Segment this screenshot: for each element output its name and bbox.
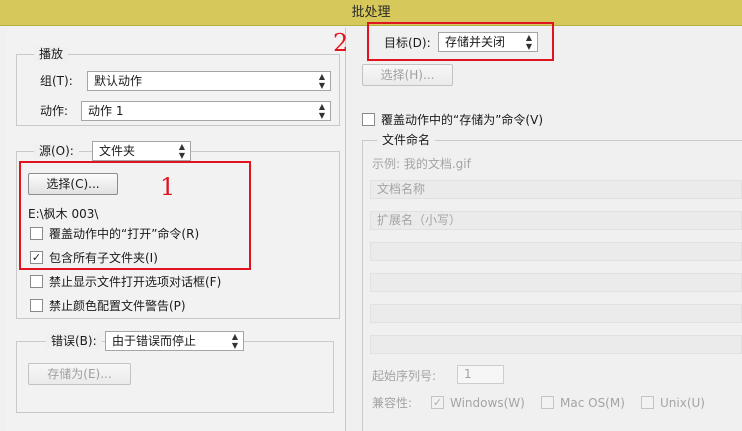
errors-save-as-button[interactable]: 存储为(E)... (28, 363, 131, 385)
errors-legend-label: 错误(B): (46, 333, 102, 349)
compat-macos-checkbox[interactable] (541, 396, 554, 409)
naming-example: 示例: 我的文档.gif (372, 157, 471, 171)
source-path: E:\枫木 003\ (28, 207, 99, 221)
updown-arrow-icon: ▲ ▼ (178, 142, 185, 160)
naming-legend: 文件命名 (377, 132, 436, 148)
errors-select[interactable]: 由于错误而停止 ▲ ▼ (105, 331, 244, 351)
start-serial-label: 起始序列号: (372, 369, 437, 383)
updown-arrow-icon: ▲ ▼ (318, 102, 325, 120)
updown-arrow-icon: ▲ ▼ (231, 332, 238, 350)
action-select[interactable]: 动作 1 ▲ ▼ (81, 101, 331, 121)
naming-field-3[interactable] (370, 242, 742, 261)
compat-unix-label: Unix(U) (660, 396, 705, 410)
set-label: 组(T): (40, 74, 73, 88)
updown-arrow-icon: ▲ ▼ (525, 33, 532, 51)
source-select-value: 文件夹 (99, 144, 136, 158)
suppress-color-label: 禁止颜色配置文件警告(P) (49, 299, 186, 313)
destination-select[interactable]: 存储并关闭 ▲ ▼ (438, 32, 538, 52)
naming-field-5[interactable] (370, 304, 742, 323)
naming-field-2[interactable]: 扩展名（小写） (370, 211, 742, 230)
compat-label: 兼容性: (372, 396, 413, 410)
override-open-label: 覆盖动作中的“打开”命令(R) (49, 227, 200, 241)
include-subfolders-label: 包含所有子文件夹(I) (49, 251, 158, 265)
check-icon: ✓ (31, 251, 42, 264)
source-select[interactable]: 文件夹 ▲ ▼ (92, 141, 191, 161)
suppress-dialogs-label: 禁止显示文件打开选项对话框(F) (49, 275, 222, 289)
source-choose-button[interactable]: 选择(C)... (28, 173, 118, 195)
action-select-value: 动作 1 (88, 104, 124, 118)
include-subfolders-checkbox[interactable]: ✓ (30, 251, 43, 264)
annotation-1: 1 (160, 173, 176, 201)
source-legend-label: 源(O): (34, 143, 79, 159)
override-save-checkbox[interactable] (362, 113, 375, 126)
play-legend: 播放 (34, 46, 69, 62)
compat-unix-checkbox[interactable] (641, 396, 654, 409)
naming-field-1[interactable]: 文档名称 (370, 180, 742, 199)
suppress-color-checkbox[interactable] (30, 299, 43, 312)
annotation-2: 2 (333, 29, 349, 57)
naming-field-6[interactable] (370, 335, 742, 354)
window-title: 批处理 (351, 5, 391, 20)
compat-windows-label: Windows(W) (450, 396, 525, 410)
destination-select-value: 存储并关闭 (445, 35, 506, 49)
destination-choose-button[interactable]: 选择(H)... (362, 64, 453, 86)
override-save-label: 覆盖动作中的“存储为”命令(V) (381, 113, 544, 127)
override-open-checkbox[interactable] (30, 227, 43, 240)
set-select[interactable]: 默认动作 ▲ ▼ (87, 71, 331, 91)
check-icon: ✓ (432, 396, 443, 409)
updown-arrow-icon: ▲ ▼ (318, 72, 325, 90)
naming-field-4[interactable] (370, 273, 742, 292)
compat-windows-checkbox[interactable]: ✓ (431, 396, 444, 409)
start-serial-input[interactable]: 1 (457, 365, 504, 384)
compat-macos-label: Mac OS(M) (560, 396, 625, 410)
suppress-dialogs-checkbox[interactable] (30, 275, 43, 288)
destination-label: 目标(D): (384, 36, 431, 50)
action-label: 动作: (40, 104, 69, 118)
set-select-value: 默认动作 (94, 74, 143, 88)
errors-select-value: 由于错误而停止 (112, 334, 197, 348)
